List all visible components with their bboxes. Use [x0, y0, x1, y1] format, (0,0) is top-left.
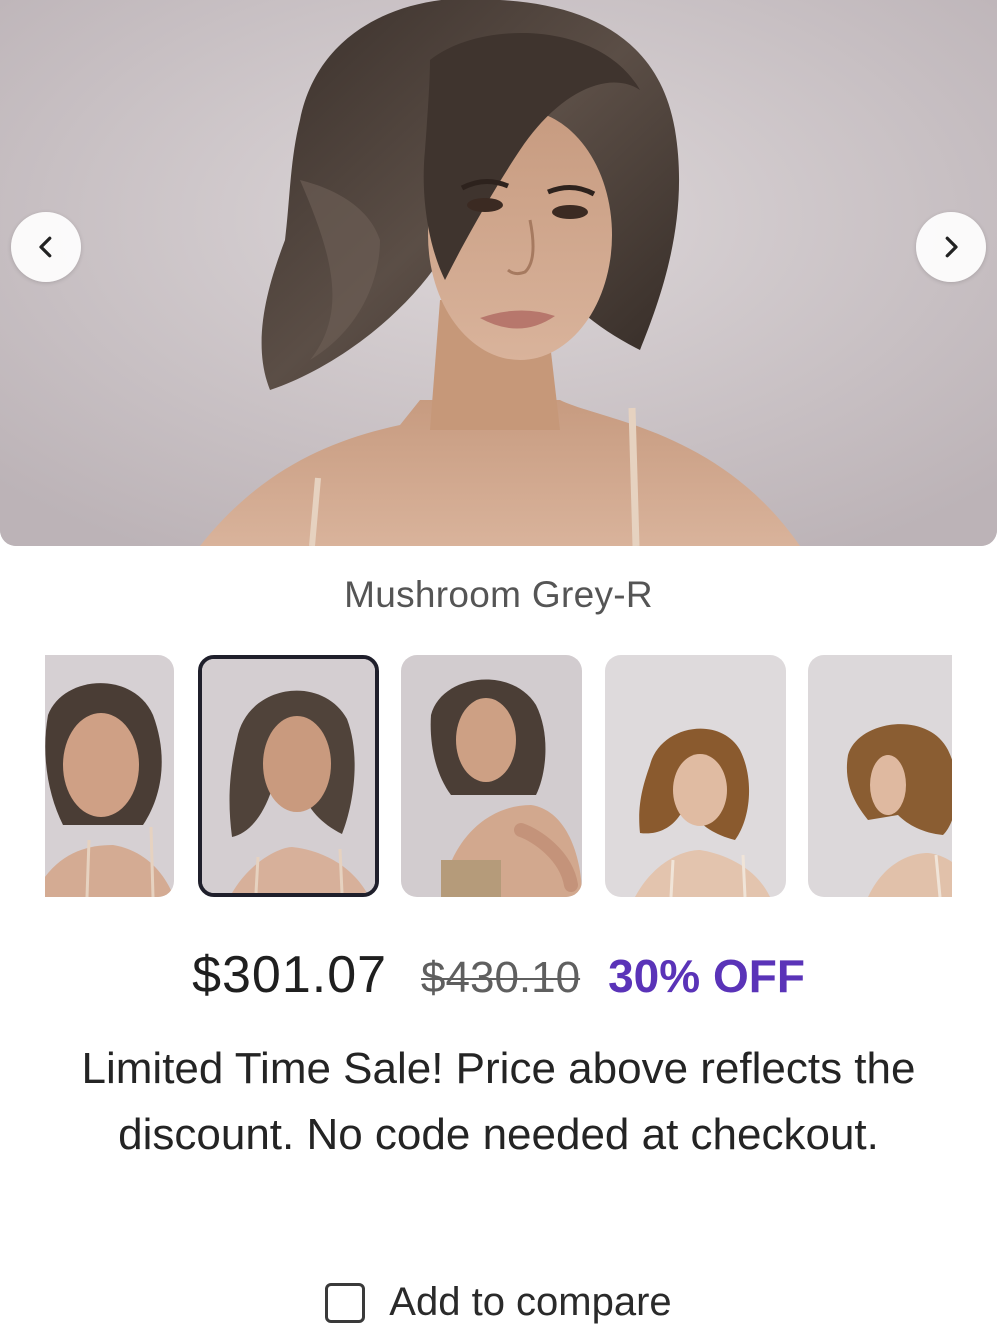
- thumbnail-image: [202, 659, 375, 893]
- previous-image-button[interactable]: [11, 212, 81, 282]
- thumbnail-image: [401, 655, 582, 897]
- thumbnail-3[interactable]: [401, 655, 582, 897]
- thumbnail-1[interactable]: [45, 655, 174, 897]
- main-product-image[interactable]: [0, 0, 997, 546]
- product-page: Mushroom Grey-R $301.07 $430.10 30% OFF …: [0, 0, 997, 1333]
- image-caption: Mushroom Grey-R: [344, 574, 653, 615]
- price-row: $301.07 $430.10 30% OFF: [0, 945, 997, 1005]
- current-price: $301.07: [192, 946, 388, 1004]
- thumbnail-4[interactable]: [605, 655, 786, 897]
- thumbnail-2[interactable]: [198, 655, 379, 897]
- sale-notice: Limited Time Sale! Price above reflects …: [81, 1044, 916, 1159]
- thumbnail-5[interactable]: [808, 655, 952, 897]
- thumbnail-strip: [45, 655, 952, 898]
- next-image-button[interactable]: [916, 212, 986, 282]
- model-portrait: [0, 0, 997, 546]
- chevron-left-icon: [39, 236, 52, 258]
- compare-checkbox[interactable]: [325, 1282, 366, 1323]
- thumbnail-image: [45, 655, 174, 897]
- thumbnail-image: [605, 655, 786, 897]
- discount-badge: 30% OFF: [608, 950, 805, 1002]
- thumbnail-image: [808, 655, 952, 897]
- compare-label: Add to compare: [389, 1280, 672, 1324]
- chevron-right-icon: [945, 236, 958, 258]
- add-to-compare[interactable]: Add to compare: [0, 1280, 997, 1325]
- original-price: $430.10: [421, 953, 581, 1002]
